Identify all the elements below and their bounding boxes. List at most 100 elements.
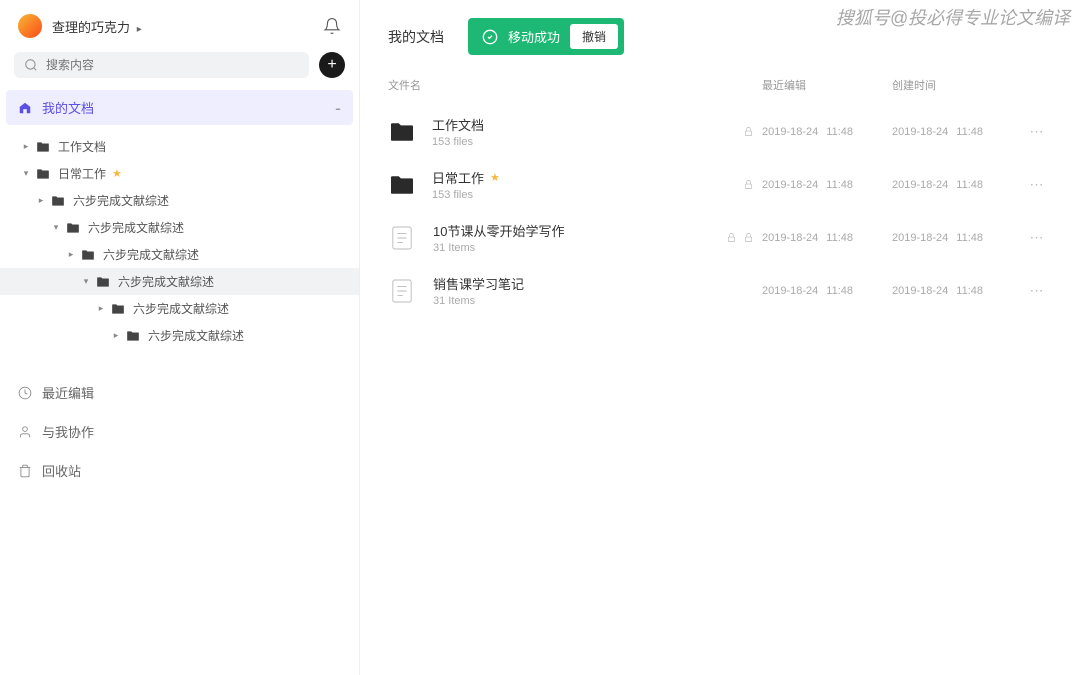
search-input[interactable] [46,58,299,72]
nav-shared[interactable]: 与我协作 [0,412,359,451]
add-button[interactable]: + [319,52,345,78]
chevron-icon[interactable]: ▸ [112,330,120,341]
chevron-icon[interactable]: ▸ [67,249,75,260]
tree-row[interactable]: ▾ 日常工作 ★ [0,160,359,187]
more-button[interactable]: ⋯ [1022,229,1052,246]
folder-icon [388,174,416,196]
chevron-icon[interactable]: ▾ [82,276,90,287]
tree-label: 六步完成文献综述 [148,327,244,344]
file-meta: 153 files [432,136,722,148]
folder-icon [111,303,125,315]
tree-row[interactable]: ▸六步完成文献综述 [0,295,359,322]
file-info: 工作文档 153 files [432,115,722,148]
avatar[interactable] [18,14,42,38]
document-icon [391,225,413,251]
more-button[interactable]: ⋯ [1022,176,1052,193]
file-name: 日常工作★ [432,168,722,187]
date-edited: 2019-18-2411:48 [762,179,892,191]
document-icon [391,278,413,304]
tree-row[interactable]: ▸ 六步完成文献综述 [0,187,359,214]
file-meta: 31 Items [433,242,722,254]
collapse-icon[interactable]: - [335,99,341,117]
nav-recent[interactable]: 最近编辑 [0,373,359,412]
col-edited: 最近编辑 [762,77,892,93]
folder-icon [36,168,50,180]
watermark: 搜狐号@投必得专业论文编译 [836,4,1070,30]
search-box[interactable] [14,52,309,78]
folder-icon [81,249,95,261]
tree-row[interactable]: ▾ 六步完成文献综述 [0,214,359,241]
file-info: 销售课学习笔记 31 Items [433,274,722,307]
search-row: + [0,52,359,86]
sidebar-header: 查理的巧克力 ▸ [0,0,359,52]
tree-label: 六步完成文献综述 [88,219,184,236]
tree-label: 工作文档 [58,138,106,155]
file-name: 销售课学习笔记 [433,274,722,293]
file-meta: 153 files [432,189,722,201]
clock-icon [18,386,32,400]
home-icon [18,101,32,115]
table-header: 文件名 最近编辑 创建时间 [360,65,1080,101]
file-row[interactable]: 销售课学习笔记 31 Items 2019-18-2411:482019-18-24… [376,264,1064,317]
col-filename: 文件名 [388,77,722,93]
nav-trash[interactable]: 回收站 [0,451,359,490]
more-button[interactable]: ⋯ [1022,123,1052,140]
nav-my-docs[interactable]: 我的文档 - [6,90,353,125]
folder-icon [96,276,110,288]
file-info: 日常工作★ 153 files [432,168,722,201]
file-list: 工作文档153 files2019-18-2411:482019-18-2411… [360,101,1080,321]
more-button[interactable]: ⋯ [1022,282,1052,299]
tree-label: 六步完成文献综述 [73,192,169,209]
file-info: 10节课从零开始学写作 31 Items [433,221,722,254]
folder-icon [126,330,140,342]
date-created: 2019-18-2411:48 [892,285,1022,297]
chevron-icon[interactable]: ▸ [22,141,30,152]
tree-row[interactable]: ▸ 六步完成文献综述 [0,322,359,349]
date-edited: 2019-18-2411:48 [762,126,892,138]
lock-cell [722,232,762,243]
plus-icon: + [327,57,336,73]
star-icon: ★ [490,171,500,184]
chevron-icon[interactable]: ▾ [22,168,30,179]
folder-icon [66,222,80,234]
folder-icon [51,195,65,207]
tree-label: 六步完成文献综述 [118,273,214,290]
lock-icon [743,126,754,137]
page-title: 我的文档 [388,27,444,47]
tree-row[interactable]: ▾ 六步完成文献综述 [0,268,359,295]
username[interactable]: 查理的巧克力 ▸ [52,17,313,36]
bottom-nav: 最近编辑 与我协作 回收站 [0,373,359,490]
dropdown-caret-icon: ▸ [134,24,142,35]
tree-label: 六步完成文献综述 [103,246,199,263]
folder-icon [388,121,416,143]
nav-label: 与我协作 [42,422,94,441]
tree-row[interactable]: ▸ 工作文档 [0,133,359,160]
date-created: 2019-18-2411:48 [892,232,1022,244]
nav-label: 回收站 [42,461,81,480]
lock-icon [743,232,754,243]
toast-success: 移动成功 撤销 [468,18,624,55]
file-name: 10节课从零开始学写作 [433,221,722,240]
date-created: 2019-18-2411:48 [892,126,1022,138]
undo-button[interactable]: 撤销 [570,24,618,49]
lock-icon [726,232,737,243]
chevron-icon[interactable]: ▾ [52,222,60,233]
main-panel: 我的文档 移动成功 撤销 文件名 最近编辑 创建时间 工作文档 153 files… [360,0,1080,675]
chevron-icon[interactable]: ▸ [37,195,45,206]
date-edited: 2019-18-2411:48 [762,232,892,244]
nav-label: 我的文档 [42,98,94,117]
file-row[interactable]: 工作文档 153 files 2019-18-2411:482019-18-2411… [376,105,1064,158]
date-edited: 2019-18-2411:48 [762,285,892,297]
star-icon: ★ [112,167,122,180]
col-created: 创建时间 [892,77,1022,93]
lock-icon [743,179,754,190]
file-row[interactable]: 10节课从零开始学写作 31 Items 2019-18-2411:482019-1… [376,211,1064,264]
bell-icon[interactable] [323,17,341,35]
tree-row[interactable]: ▸ 六步完成文献综述 [0,241,359,268]
file-name: 工作文档 [432,115,722,134]
file-meta: 31 Items [433,295,722,307]
file-row[interactable]: 日常工作★153 files2019-18-2411:482019-18-241… [376,158,1064,211]
folder-tree: ▸工作文档▾日常工作★▸六步完成文献综述▾六步完成文献综述▸六步完成文献综述▾六… [0,129,359,361]
tree-label: 日常工作 [58,165,106,182]
chevron-icon[interactable]: ▸ [97,303,105,314]
